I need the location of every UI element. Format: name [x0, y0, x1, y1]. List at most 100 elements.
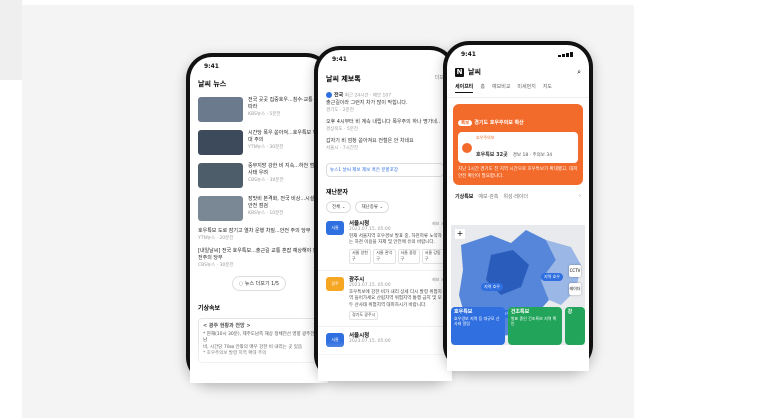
alert-card[interactable]: 특보 경기도 호우주의보 확산 호우주의보 호우특보 32곳 경보 18 · 주의…: [453, 104, 583, 185]
status-bar: 9:41: [190, 57, 328, 75]
bulletin-title: < 광주 현황과 전망 >: [203, 323, 251, 329]
card-dry-warning[interactable]: 건조특보 발표 중인 건조특보 지역 확인: [507, 307, 562, 345]
search-icon[interactable]: ⌕: [577, 68, 581, 77]
report-region: 전국: [334, 92, 344, 99]
card-title: 강: [567, 309, 573, 315]
list-item[interactable]: 시간당 폭우 쏟아져...호우특보 확대 주의 YTN뉴스 · 30분전: [190, 126, 328, 159]
alert-description: 지난 1시간 경기도 전 지역 시간으로 호우특보가 확대됐고, 대피안전 확인…: [458, 167, 578, 179]
news-title: 중부지방 강한 비 지속...하천 범람 사태 우려: [248, 163, 319, 176]
filter-all[interactable]: 전체 ⌄: [326, 200, 352, 213]
radar-button[interactable]: 레이더: [569, 283, 581, 295]
status-time: 9:41: [461, 51, 476, 58]
agency-icon: 광주: [326, 276, 344, 291]
alert-text: 호우특보에 강한 비가 내리 상세 다시 발령 위험지역 들어가세요 산립지역 …: [349, 289, 442, 308]
tab-special-report[interactable]: 기상특보: [455, 193, 473, 200]
chevron-right-icon[interactable]: ›: [579, 193, 581, 200]
phone-weather-report: 9:41 날씨 제보톡 더보 전국 최근 24시간 · 제보 107 출근길이라 …: [314, 46, 456, 381]
page-title: 날씨 뉴스: [198, 80, 227, 88]
tab-bar: 세이프티 홈 예보비교 미세먼지 지도: [447, 81, 589, 98]
region-tag[interactable]: 서울 강동구: [421, 248, 444, 264]
phone-weather-safety: 9:41 N 날씨 ⌕ 세이프티 홈 예보비교 미세먼지 지도 특보 경기도 호우…: [443, 41, 593, 371]
warning-summary: 호우주의보 호우특보 32곳 경보 18 · 주의보 34: [458, 132, 578, 163]
page-title: 날씨 제보톡 더보: [318, 68, 452, 90]
card-text: 호우경보 지역 등 대규모 산사태 알림: [454, 315, 500, 327]
list-item[interactable]: 전국 최근 24시간 · 제보 107 출근길이라 그런지 차가 많이 막힙니다…: [326, 92, 444, 114]
status-time: 9:41: [332, 56, 347, 63]
alert-headline: 경기도 호우주의보 확산: [474, 120, 524, 126]
news-thumbnail: [198, 163, 243, 188]
news-meta: YTN뉴스 · 30분전: [248, 145, 284, 150]
screen: 9:41 날씨 제보톡 더보 전국 최근 24시간 · 제보 107 출근길이라 …: [318, 50, 452, 381]
news-thumbnail: [198, 97, 243, 122]
page-title-text: 날씨 제보톡: [326, 75, 361, 83]
status-time: 9:41: [204, 63, 219, 70]
news-thumbnail: [198, 130, 243, 155]
list-item[interactable]: 광주 광주시 제보 >2023.07.15. 05:00 호우특보에 강한 비가 내리…: [318, 271, 452, 327]
alert-badge: 특보: [458, 120, 473, 126]
region-tag[interactable]: 서울 중랑구: [397, 248, 420, 264]
filter-type[interactable]: 재난종류 ⌄: [355, 200, 390, 213]
background-panel: [0, 0, 22, 80]
news-meta: KBS뉴스 · 10분전: [248, 211, 284, 216]
news-title: 시간당 폭우 쏟아져...호우특보 확대 주의: [248, 130, 318, 143]
agency-name: 광주시: [349, 276, 365, 283]
map-tabs: 기상특보 예보·관측 위성·레이더 ›: [447, 189, 589, 204]
list-item[interactable]: 장맛비 본격화, 전국 비상...시설물 안전 점검 KBS뉴스 · 10분전: [190, 192, 328, 225]
news-meta: KBS뉴스 · 5분전: [248, 112, 281, 117]
tab-forecast[interactable]: 예보비교: [492, 83, 510, 93]
card-partial[interactable]: 강: [564, 307, 585, 345]
news-meta: YTN뉴스 · 20분전: [198, 236, 234, 241]
tab-map[interactable]: 지도: [543, 83, 552, 93]
list-item[interactable]: 중부지방 강한 비 지속...하천 범람 사태 우려 CBS뉴스 · 30분전: [190, 159, 328, 192]
list-item[interactable]: 오후 4시부터 비 계속 내립니다 폭우주의 하나 명가네.. 경상북도 · 5…: [326, 119, 444, 133]
list-item[interactable]: 전국 곳곳 집중호우...침수·교통 잇따라 KBS뉴스 · 5분전: [190, 93, 328, 126]
news-meta: CBS뉴스 · 30분전: [248, 178, 284, 183]
card-text: 발표 중인 건조특보 지역 확인: [510, 315, 557, 327]
news-title: [내일날씨] 전국 호우특보...출근길 교통 혼잡 예상해야 안전주의 당부: [198, 248, 318, 261]
rain-warning-icon: [462, 142, 472, 153]
report-text: 갑자기 비 엄청 쏟아져요 전철은 안 차네요: [326, 137, 414, 144]
card-rain-warning[interactable]: 호우특보 호우경보 지역 등 대규모 산사태 알림: [451, 307, 505, 345]
filter-chips: 전체 ⌄ 재난종류 ⌄: [318, 199, 452, 215]
region-tag[interactable]: 서울 관악구: [373, 248, 396, 264]
report-banner[interactable]: 뉴스1 날씨 제보 제보 혹은 분할포장: [326, 162, 444, 177]
alert-text: 현재 서울지역 호우경보 발표 중, 하천저류 노약자는 하천 이용을 자제 및…: [349, 233, 442, 246]
report-meta: 최근 24시간 · 제보 107: [344, 93, 392, 99]
section-title: 재난문자: [326, 188, 349, 196]
tab-satellite[interactable]: 위성·레이더: [503, 193, 528, 200]
report-text: 출근길이라 그런지 차가 많이 막힙니다.: [326, 99, 408, 106]
list-item[interactable]: 갑자기 비 엄청 쏟아져요 전철은 안 차네요 서울시 · 7시간전: [326, 138, 444, 152]
app-title: 날씨: [468, 68, 481, 76]
location-icon: [326, 92, 332, 98]
tab-dust[interactable]: 미세먼지: [517, 83, 535, 93]
phone-weather-news: 9:41 날씨 뉴스 전국 곳곳 집중호우...침수·교통 잇따라 KBS뉴스 ·…: [186, 53, 332, 383]
map-label[interactable]: 지역 호우: [481, 283, 503, 291]
news-title: 전국 곳곳 집중호우...침수·교통 잇따라: [248, 97, 319, 110]
list-item[interactable]: [내일날씨] 전국 호우특보...출근길 교통 혼잡 예상해야 안전주의 당부 C…: [190, 245, 328, 272]
report-cards: 호우특보 호우경보 지역 등 대규모 산사태 알림 건조특보 발표 중인 건조특보 …: [451, 307, 585, 345]
agency-icon: 서울: [326, 220, 344, 235]
cctv-button[interactable]: CCTV: [569, 265, 581, 277]
list-item[interactable]: 서울 서울시청 제보 >2023.07.15. 05:00 현재 서울지역 호우경보 …: [318, 215, 452, 271]
tab-observation[interactable]: 예보·관측: [478, 193, 498, 200]
naver-logo-icon: N: [455, 67, 464, 77]
status-bar: 9:41: [318, 50, 452, 68]
list-item[interactable]: 호우특보 도로 잠기고 열차 운행 차질...안전 주의 당부 YTN뉴스 · 2…: [190, 225, 328, 245]
region-tag[interactable]: 경기도 광주시: [349, 311, 379, 320]
screen: 9:41 날씨 뉴스 전국 곳곳 집중호우...침수·교통 잇따라 KBS뉴스 ·…: [190, 57, 328, 383]
more-news-button[interactable]: ◌ 뉴스 더보기 1/5: [232, 276, 286, 291]
news-thumbnail: [198, 196, 243, 221]
report-text: 오후 4시부터 비 계속 내립니다 폭우주의 하나 명가네..: [326, 118, 441, 125]
news-meta: CBS뉴스 · 30분전: [198, 263, 234, 268]
app-header: N 날씨 ⌕: [447, 63, 589, 81]
tab-safety[interactable]: 세이프티: [455, 83, 474, 93]
report-meta: 경기도 · 2분전: [326, 107, 354, 113]
warning-value: 호우특보 32곳: [476, 152, 508, 158]
section-title: 기상속보: [198, 305, 221, 312]
zoom-in-icon[interactable]: +: [455, 229, 465, 239]
agency-name: 서울시청: [349, 220, 370, 227]
region-tag[interactable]: 서울 양천구: [349, 248, 372, 264]
news-title: 호우특보 도로 잠기고 열차 운행 차질...안전 주의 당부: [198, 228, 311, 234]
tab-home[interactable]: 홈: [480, 83, 485, 93]
map-label[interactable]: 지역 호우: [541, 273, 563, 281]
